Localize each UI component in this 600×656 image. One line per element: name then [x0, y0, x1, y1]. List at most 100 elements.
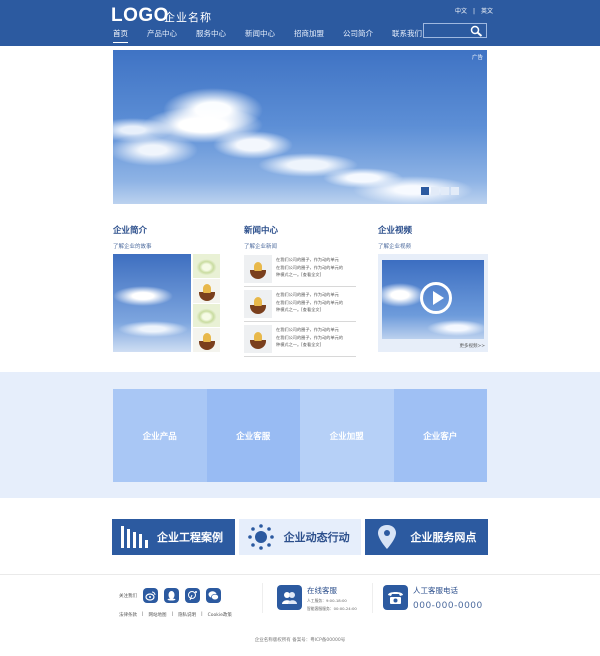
news-more[interactable]: 种模式之一。[查看全文]	[276, 306, 343, 314]
lang-chinese[interactable]: 中文	[455, 8, 467, 15]
about-title[interactable]: 企业简介	[113, 224, 152, 236]
nav-about[interactable]: 公司简介	[343, 28, 373, 43]
feature-label: 企业动态行动	[283, 531, 350, 544]
about-thumbnails	[193, 254, 220, 352]
feature-service-outlets[interactable]: 企业服务网点	[365, 519, 489, 555]
news-item[interactable]: 在我们公司的圈子，作为动的单元 在我们公司的圈子，作为动的单元的 种模式之一。[…	[244, 324, 356, 357]
nav-contact[interactable]: 联系我们	[392, 28, 422, 43]
nav-home[interactable]: 首页	[113, 28, 128, 43]
link-separator: |	[201, 612, 203, 617]
news-summary: 在我们公司的圈子，作为动的单元的	[276, 334, 344, 340]
customer-service-icon[interactable]	[277, 585, 302, 610]
follow-us: 关注我们	[119, 588, 227, 603]
phone-title: 人工客服电话	[413, 586, 458, 595]
link-separator: |	[142, 612, 144, 617]
news-headline: 在我们公司的圈子，作为动的单元	[276, 292, 339, 297]
header: LOGO 企业名称 中文 | 英文 首页 产品中心 服务中心 新闻中心 招商加盟 公…	[0, 0, 600, 46]
slide-dot-4[interactable]	[451, 187, 459, 195]
follow-label: 关注我们	[119, 593, 137, 599]
service-hours-manual: 人工服务：9:00-18:00	[307, 598, 347, 603]
more-videos-link[interactable]: 更多视频>>	[459, 343, 485, 349]
lang-separator: |	[473, 8, 476, 15]
nav-franchise[interactable]: 招商加盟	[294, 28, 324, 43]
qq-icon[interactable]	[164, 588, 179, 603]
about-subtitle: 了解企业的故事	[113, 244, 152, 250]
feature-label: 企业服务网点	[410, 531, 477, 544]
thumbnail-wreath[interactable]	[193, 254, 220, 278]
news-headline: 在我们公司的圈子，作为动的单元	[276, 257, 339, 262]
about-section: 企业简介 了解企业的故事	[113, 224, 152, 250]
news-headline: 在我们公司的圈子，作为动的单元	[276, 327, 339, 332]
nav-news[interactable]: 新闻中心	[245, 28, 275, 43]
company-name: 企业名称	[164, 11, 212, 24]
lang-english[interactable]: 英文	[481, 8, 493, 15]
link-cookie[interactable]: Cookie政策	[208, 612, 232, 618]
phone-service: 人工客服电话 000-000-0000	[383, 585, 483, 611]
news-item[interactable]: 在我们公司的圈子，作为动的单元 在我们公司的圈子，作为动的单元的 种模式之一。[…	[244, 254, 356, 287]
link-legal[interactable]: 法律条款	[119, 612, 137, 618]
ad-tag: 广告	[471, 55, 483, 61]
sun-icon	[247, 524, 274, 550]
slide-indicators	[421, 187, 459, 195]
video-box: 更多视频>>	[378, 254, 488, 352]
news-title[interactable]: 新闻中心	[244, 224, 278, 236]
location-pin-icon	[378, 525, 397, 549]
news-summary: 在我们公司的圈子，作为动的单元的	[276, 299, 344, 305]
tile-customer-service[interactable]: 企业客服	[206, 389, 300, 482]
footer-divider	[0, 574, 600, 575]
nav-products[interactable]: 产品中心	[147, 28, 177, 43]
search-input[interactable]	[423, 23, 487, 38]
online-service-title[interactable]: 在线客服	[307, 585, 357, 596]
play-icon[interactable]	[420, 282, 452, 314]
feature-buttons: 企业工程案例 企业动态行动 企业服务网点	[112, 519, 489, 555]
video-section: 企业视频 了解企业视频	[378, 224, 412, 250]
video-subtitle: 了解企业视频	[378, 244, 412, 250]
language-switch: 中文 | 英文	[452, 6, 496, 15]
thumbnail-wreath[interactable]	[193, 303, 220, 328]
tile-clients[interactable]: 企业客户	[393, 389, 487, 482]
video-title[interactable]: 企业视频	[378, 224, 412, 236]
news-summary: 在我们公司的圈子，作为动的单元的	[276, 264, 344, 270]
feature-engineering-cases[interactable]: 企业工程案例	[112, 519, 235, 555]
logo[interactable]: LOGO	[111, 5, 169, 27]
news-thumbnail	[244, 325, 272, 353]
tile-products[interactable]: 企业产品	[113, 389, 207, 482]
tile-franchise[interactable]: 企业加盟	[300, 389, 394, 482]
feature-label: 企业工程案例	[157, 531, 223, 544]
thumbnail-pot[interactable]	[193, 278, 220, 303]
main-nav: 首页 产品中心 服务中心 新闻中心 招商加盟 公司简介 联系我们	[113, 28, 441, 43]
news-thumbnail	[244, 255, 272, 283]
slide-dot-1[interactable]	[421, 187, 429, 195]
phone-number[interactable]: 000-000-0000	[413, 601, 483, 611]
search-icon[interactable]	[470, 25, 483, 37]
footer-links: 法律条款 | 网站地图 | 隐私说明 | Cookie政策	[119, 612, 237, 618]
thumbnail-pot[interactable]	[193, 328, 220, 352]
slide-dot-2[interactable]	[431, 187, 439, 195]
link-privacy[interactable]: 隐私说明	[178, 612, 196, 618]
weibo-icon[interactable]	[143, 588, 158, 603]
online-service: 在线客服 人工服务：9:00-18:00 智能客服服务：00:00-24:00	[277, 585, 357, 612]
hero-banner[interactable]: 广告	[113, 50, 487, 204]
link-sitemap[interactable]: 网站地图	[149, 612, 167, 618]
news-subtitle: 了解企业新闻	[244, 244, 278, 250]
news-more[interactable]: 种模式之一。[查看全文]	[276, 271, 343, 279]
footer-column-divider	[262, 583, 263, 613]
about-image[interactable]	[113, 254, 191, 352]
news-more[interactable]: 种模式之一。[查看全文]	[276, 341, 343, 349]
slide-dot-3[interactable]	[441, 187, 449, 195]
feature-dynamic-actions[interactable]: 企业动态行动	[238, 519, 362, 555]
news-item[interactable]: 在我们公司的圈子，作为动的单元 在我们公司的圈子，作为动的单元的 种模式之一。[…	[244, 289, 356, 322]
news-list: 在我们公司的圈子，作为动的单元 在我们公司的圈子，作为动的单元的 种模式之一。[…	[244, 254, 356, 359]
wechat-icon[interactable]	[206, 588, 221, 603]
copyright: 企业名称版权所有 备案号：粤ICP备00000号	[254, 638, 346, 643]
bar-chart-icon	[121, 526, 148, 548]
link-separator: |	[171, 612, 174, 617]
service-hours-smart: 智能客服服务：00:00-24:00	[307, 606, 357, 611]
telephone-icon	[383, 585, 408, 610]
footer-column-divider	[372, 583, 373, 613]
nav-services[interactable]: 服务中心	[196, 28, 226, 43]
tencent-weibo-icon[interactable]	[185, 588, 200, 603]
video-player[interactable]	[382, 260, 484, 339]
news-section: 新闻中心 了解企业新闻	[244, 224, 278, 250]
category-tiles: 企业产品 企业客服 企业加盟 企业客户	[113, 389, 487, 482]
